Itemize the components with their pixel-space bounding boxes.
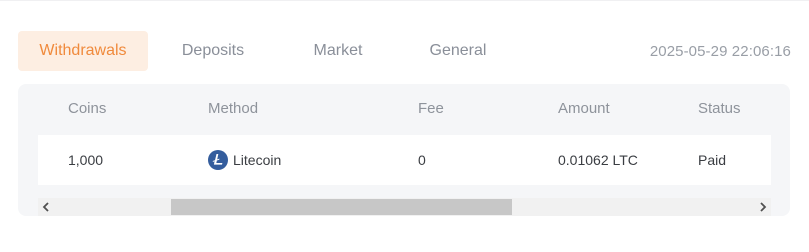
tab-bar: Withdrawals Deposits Market General xyxy=(18,31,518,71)
timestamp: 2025-05-29 22:06:16 xyxy=(649,43,791,60)
tab-general[interactable]: General xyxy=(398,31,518,71)
tab-withdrawals[interactable]: Withdrawals xyxy=(18,31,148,71)
tab-deposits[interactable]: Deposits xyxy=(148,31,278,71)
cell-coins: 1,000 xyxy=(68,152,104,168)
chevron-right-icon[interactable] xyxy=(755,198,771,216)
litecoin-icon xyxy=(208,150,228,170)
header-amount: Amount xyxy=(558,100,610,117)
cell-amount: 0.01062 LTC xyxy=(558,152,638,168)
cell-fee: 0 xyxy=(418,152,426,168)
table-header: Coins Method Fee Amount Status xyxy=(18,84,790,134)
header-fee: Fee xyxy=(418,100,444,117)
header-method: Method xyxy=(208,100,259,117)
cell-status: Paid xyxy=(698,152,727,168)
cell-method: Litecoin xyxy=(233,152,282,168)
tab-market[interactable]: Market xyxy=(278,31,398,71)
top-divider xyxy=(0,0,809,1)
scrollbar-thumb[interactable] xyxy=(171,199,512,215)
header-coins: Coins xyxy=(68,100,107,117)
table-row[interactable]: 1,000 Litecoin 0 0.01062 LTC Paid xyxy=(38,135,771,185)
withdrawals-table: Coins Method Fee Amount Status 1,000 Lit… xyxy=(18,84,790,216)
horizontal-scrollbar[interactable] xyxy=(38,198,771,216)
header-status: Status xyxy=(698,100,741,117)
chevron-left-icon[interactable] xyxy=(38,198,54,216)
